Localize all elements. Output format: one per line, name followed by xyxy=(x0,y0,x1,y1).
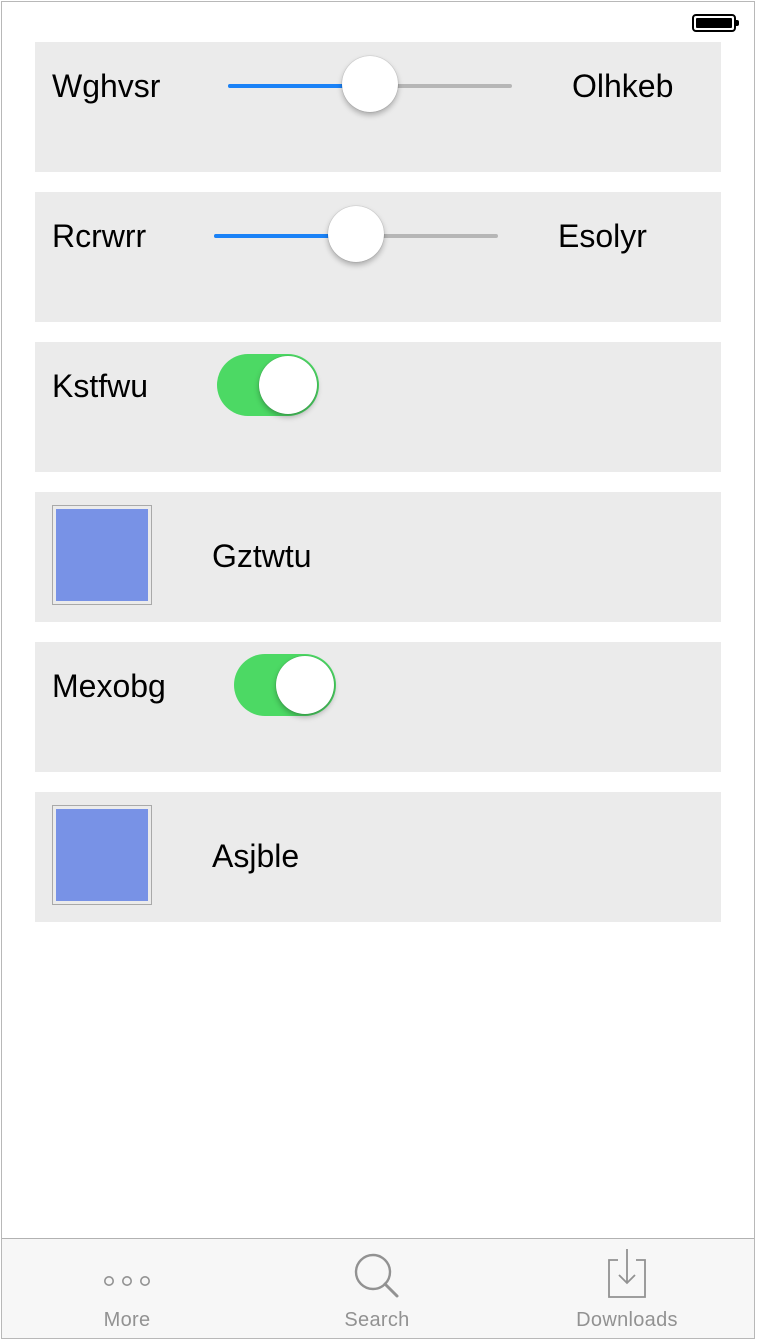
color-swatch-asjble[interactable] xyxy=(52,805,152,905)
slider-wghvsr[interactable] xyxy=(228,56,512,112)
toggle-row-kstfwu: Kstfwu xyxy=(35,342,721,472)
toggle-switch-mexobg[interactable] xyxy=(234,654,336,716)
swatch-row-asjble: Asjble xyxy=(35,792,721,922)
slider-label: Wghvsr xyxy=(52,68,161,104)
tab-more[interactable]: More xyxy=(2,1239,252,1338)
toggle-label: Mexobg xyxy=(52,668,166,704)
toggle-label: Kstfwu xyxy=(52,368,149,404)
swatch-label: Gztwtu xyxy=(212,538,312,574)
tab-downloads[interactable]: Downloads xyxy=(502,1239,752,1338)
color-swatch-fill xyxy=(56,809,148,901)
slider-thumb[interactable] xyxy=(342,56,398,112)
tab-label-more: More xyxy=(103,1309,151,1331)
slider-thumb[interactable] xyxy=(328,206,384,262)
tab-bar: More Search Downloads xyxy=(2,1238,754,1338)
tab-label-search: Search xyxy=(344,1309,410,1331)
battery-icon xyxy=(692,14,739,32)
toggle-row-mexobg: Mexobg xyxy=(35,642,721,772)
toggle-switch-kstfwu[interactable] xyxy=(217,354,319,416)
slider-rcrwrr[interactable] xyxy=(214,206,498,262)
search-icon xyxy=(252,1247,502,1299)
swatch-label: Asjble xyxy=(212,838,300,874)
color-swatch-gztwtu[interactable] xyxy=(52,505,152,605)
slider-row-rcrwrr: Rcrwrr Esolyr xyxy=(35,192,721,322)
tab-search[interactable]: Search xyxy=(252,1239,502,1338)
toggle-knob xyxy=(276,656,334,714)
more-icon xyxy=(2,1247,252,1299)
slider-label: Rcrwrr xyxy=(52,218,147,254)
status-bar xyxy=(2,2,754,42)
app-screen: Wghvsr Olhkeb Rcrwrr Esolyr Kstfwu Gztwt… xyxy=(1,1,755,1339)
tab-label-downloads: Downloads xyxy=(576,1309,678,1331)
slider-max-label: Olhkeb xyxy=(572,68,674,104)
color-swatch-fill xyxy=(56,509,148,601)
slider-max-label: Esolyr xyxy=(558,218,647,254)
slider-row-wghvsr: Wghvsr Olhkeb xyxy=(35,42,721,172)
downloads-icon xyxy=(502,1247,752,1299)
toggle-knob xyxy=(259,356,317,414)
swatch-row-gztwtu: Gztwtu xyxy=(35,492,721,622)
